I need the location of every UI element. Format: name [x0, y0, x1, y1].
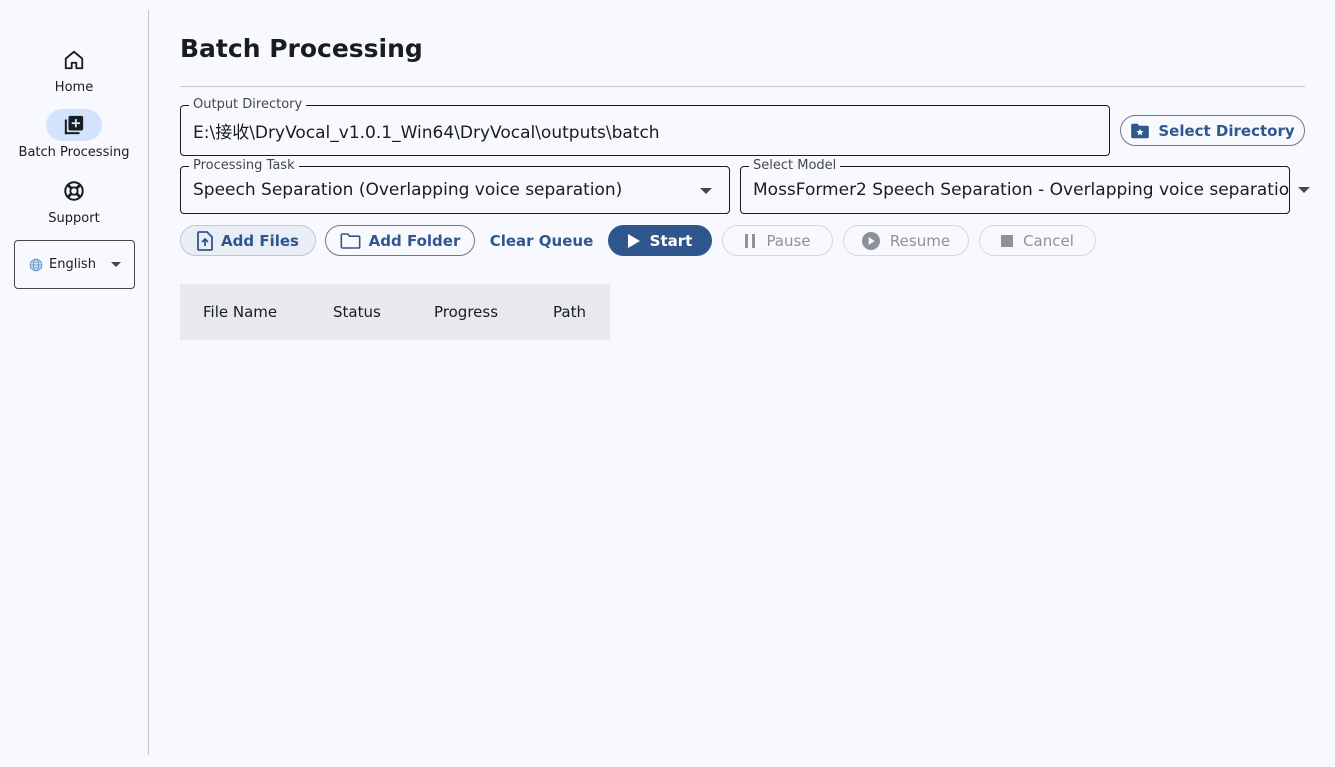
cancel-label: Cancel: [1023, 231, 1074, 250]
rail-divider: [148, 10, 149, 755]
start-button[interactable]: Start: [608, 225, 712, 256]
processing-task-select[interactable]: Processing Task Speech Separation (Overl…: [180, 158, 730, 214]
column-path: Path: [553, 303, 586, 321]
add-folder-label: Add Folder: [368, 231, 461, 250]
resume-label: Resume: [889, 231, 951, 250]
clear-queue-button[interactable]: Clear Queue: [486, 225, 597, 256]
globe-icon: [29, 258, 43, 271]
pause-label: Pause: [766, 231, 811, 250]
title-divider: [180, 86, 1305, 87]
play-icon: [627, 233, 640, 248]
nav-item-home[interactable]: Home: [0, 44, 148, 95]
add-files-label: Add Files: [221, 231, 299, 250]
chevron-down-icon[interactable]: [1298, 187, 1310, 193]
column-status: Status: [333, 303, 381, 321]
select-model-value: MossFormer2 Speech Separation - Overlapp…: [753, 180, 1289, 200]
pause-icon: [745, 233, 756, 248]
language-value: English: [49, 257, 96, 272]
column-file-name: File Name: [203, 303, 278, 321]
folder-star-icon: [1131, 123, 1150, 138]
nav-label-home: Home: [54, 80, 94, 95]
navigation-rail: Home Batch Processing Support English: [0, 0, 149, 767]
resume-button[interactable]: Resume: [843, 225, 969, 256]
processing-task-value: Speech Separation (Overlapping voice sep…: [193, 180, 623, 200]
nav-pill-batch-processing: [46, 109, 102, 141]
column-progress: Progress: [434, 303, 499, 321]
home-icon: [64, 50, 84, 70]
chevron-down-icon: [700, 188, 712, 194]
queue-table-header: File Name Status Progress Path: [180, 284, 610, 340]
select-directory-label: Select Directory: [1158, 121, 1295, 140]
nav-pill-support: [46, 175, 102, 207]
start-label: Start: [649, 231, 693, 250]
language-select[interactable]: English: [14, 240, 135, 289]
nav-item-support[interactable]: Support: [0, 175, 148, 226]
nav-label-support: Support: [48, 211, 100, 226]
support-icon: [64, 181, 84, 201]
page-title: Batch Processing: [180, 34, 423, 63]
chevron-down-icon: [111, 262, 121, 267]
nav-pill-home: [46, 44, 102, 76]
nav-item-batch-processing[interactable]: Batch Processing: [0, 109, 148, 160]
output-directory-field[interactable]: Output Directory E:\接收\DryVocal_v1.0.1_W…: [180, 97, 1110, 156]
clear-queue-label: Clear Queue: [489, 231, 594, 250]
upload-file-icon: [197, 230, 213, 251]
output-directory-value: E:\接收\DryVocal_v1.0.1_Win64\DryVocal\out…: [193, 123, 660, 143]
select-model-select[interactable]: Select Model MossFormer2 Speech Separati…: [740, 158, 1290, 214]
select-directory-button[interactable]: Select Directory: [1120, 115, 1305, 146]
stop-icon: [1001, 234, 1014, 247]
app-window: Home Batch Processing Support English Ba…: [0, 0, 1335, 767]
library-add-icon: [64, 115, 84, 135]
add-folder-button[interactable]: Add Folder: [325, 225, 475, 256]
nav-label-batch-processing: Batch Processing: [18, 145, 130, 160]
folder-icon: [340, 232, 361, 249]
pause-button[interactable]: Pause: [722, 225, 833, 256]
cancel-button[interactable]: Cancel: [979, 225, 1096, 256]
play-circle-icon: [861, 231, 880, 250]
add-files-button[interactable]: Add Files: [180, 225, 316, 256]
